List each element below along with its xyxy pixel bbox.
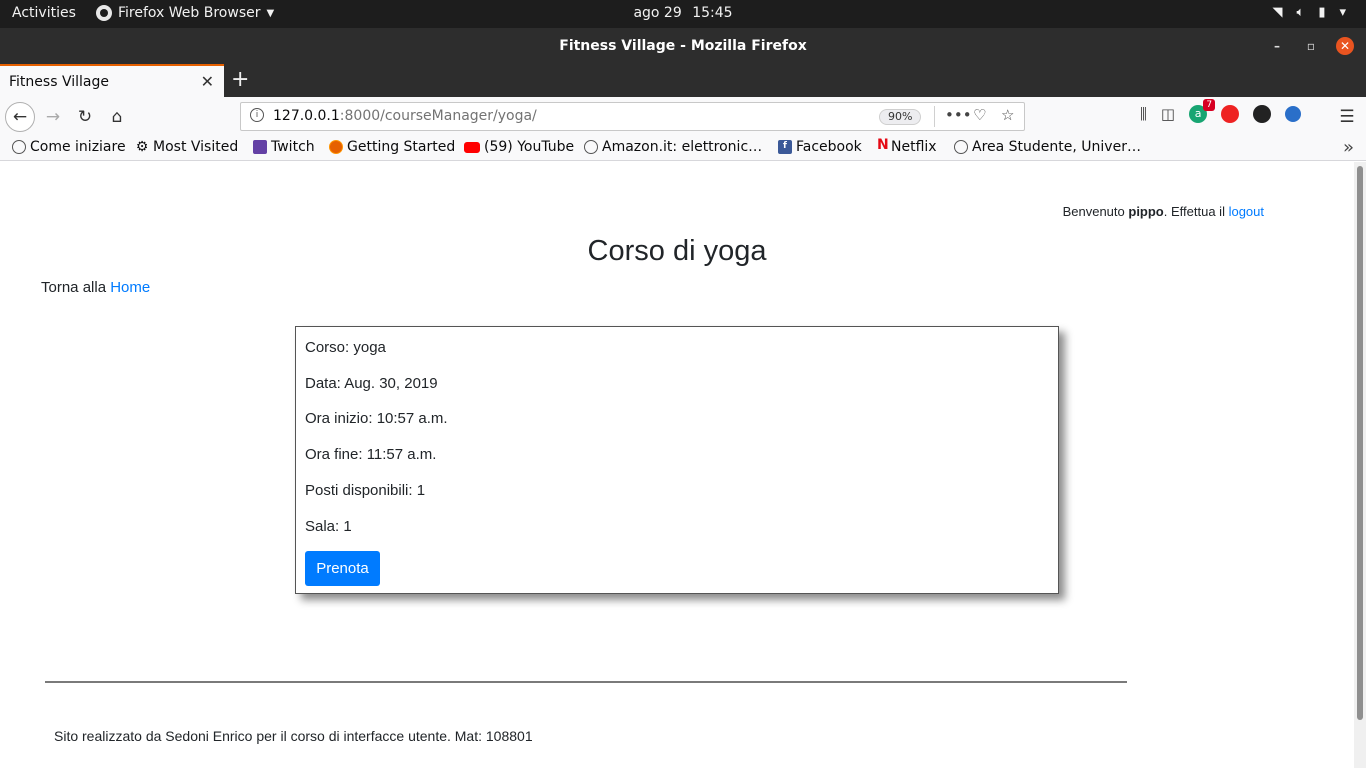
bookmark-twitch[interactable]: Twitch <box>253 139 315 155</box>
extension-badge: 7 <box>1203 99 1216 111</box>
date-label: ago 29 <box>633 5 682 21</box>
globe-icon <box>584 140 598 154</box>
course-room: Sala: 1 <box>305 518 352 535</box>
page-content: Benvenuto pippo. Effettua il logout Cors… <box>0 162 1354 768</box>
globe-icon <box>954 140 968 154</box>
prenota-button[interactable]: Prenota <box>305 551 380 586</box>
close-window-button[interactable]: ✕ <box>1336 37 1354 55</box>
globe-icon <box>12 140 26 154</box>
course-end-time: Ora fine: 11:57 a.m. <box>305 446 437 463</box>
back-button[interactable]: ← <box>5 102 35 132</box>
sidebar-icon[interactable]: ◫ <box>1161 105 1175 123</box>
welcome-prefix: Benvenuto <box>1062 204 1125 219</box>
pocket-icon[interactable]: ♡ <box>973 106 986 124</box>
site-info-icon[interactable]: i <box>250 108 264 122</box>
course-start-time: Ora inizio: 10:57 a.m. <box>305 410 448 427</box>
bookmark-label: Getting Started <box>347 139 456 155</box>
volume-icon: 🔈︎ <box>1296 5 1305 20</box>
welcome-middle: . Effettua il <box>1163 204 1225 219</box>
separator <box>934 106 935 127</box>
window-title-bar: Fitness Village - Mozilla Firefox – ▫ ✕ <box>0 28 1366 64</box>
tab-title: Fitness Village <box>9 74 109 90</box>
battery-icon: ▮ <box>1318 5 1326 20</box>
chevron-down-icon: ▾ <box>1339 5 1346 20</box>
username: pippo <box>1128 204 1164 219</box>
toolbar-icons: ⫼ ◫ a7 <box>1140 99 1302 123</box>
bookmark-area-studente[interactable]: Area Studente, Univer… <box>954 139 1141 155</box>
facebook-icon: f <box>778 140 792 154</box>
course-available-seats: Posti disponibili: 1 <box>305 482 426 499</box>
forward-button[interactable]: → <box>39 103 67 131</box>
system-tray[interactable]: ◥ 🔈︎ ▮ ▾ <box>1273 5 1347 20</box>
bookmark-star-icon[interactable]: ☆ <box>1001 106 1014 124</box>
bookmark-label: Netflix <box>891 139 937 155</box>
extension-dark-icon[interactable] <box>1253 105 1272 123</box>
close-icon[interactable]: ✕ <box>201 72 214 91</box>
bookmark-label: Most Visited <box>153 139 239 155</box>
footer-text: Sito realizzato da Sedoni Enrico per il … <box>54 728 533 744</box>
maximize-button[interactable]: ▫ <box>1302 37 1320 55</box>
bookmark-label: Twitch <box>271 139 315 155</box>
url-host: 127.0.0.1 <box>273 108 340 124</box>
bookmark-label: Area Studente, Univer… <box>972 139 1141 155</box>
url-bar[interactable]: i 127.0.0.1:8000/courseManager/yoga/ 90%… <box>240 102 1025 131</box>
reload-button[interactable]: ↻ <box>71 103 99 131</box>
home-button[interactable]: ⌂ <box>103 103 131 131</box>
zoom-indicator[interactable]: 90% <box>879 109 922 125</box>
clock[interactable]: ago 29 15:45 <box>0 5 1366 21</box>
extension-blue-icon[interactable] <box>1285 106 1302 122</box>
bookmark-label: Amazon.it: elettronic… <box>602 139 763 155</box>
tab-strip: Fitness Village ✕ + <box>0 64 1366 97</box>
time-label: 15:45 <box>692 5 733 21</box>
page-title: Corso di yoga <box>587 235 767 267</box>
vertical-scrollbar[interactable] <box>1354 162 1366 768</box>
navigation-toolbar: ← → ↻ ⌂ i 127.0.0.1:8000/courseManager/y… <box>0 97 1366 137</box>
back-prefix: Torna alla <box>41 279 107 296</box>
system-top-bar: Activities Firefox Web Browser ▼ ago 29 … <box>0 0 1366 28</box>
bookmark-amazon[interactable]: Amazon.it: elettronic… <box>584 139 762 155</box>
course-name: Corso: yoga <box>305 339 386 356</box>
welcome-message: Benvenuto pippo. Effettua il logout <box>1063 204 1264 219</box>
youtube-icon <box>464 141 480 153</box>
bookmark-label: Facebook <box>796 139 862 155</box>
bookmark-come-iniziare[interactable]: Come iniziare <box>12 139 126 155</box>
firefox-icon <box>329 140 343 154</box>
bookmark-netflix[interactable]: N Netflix <box>877 137 937 155</box>
library-icon[interactable]: ⫼ <box>1140 105 1147 123</box>
netflix-icon: N <box>877 137 889 153</box>
bookmark-label: Come iniziare <box>30 139 126 155</box>
footer-divider <box>45 681 1127 683</box>
bookmarks-toolbar: Come iniziare ⚙ Most Visited Twitch Getti… <box>0 137 1366 161</box>
extension-a-icon[interactable]: a7 <box>1189 99 1216 123</box>
bookmarks-overflow-icon[interactable]: » <box>1343 137 1354 158</box>
gear-icon: ⚙ <box>135 139 149 155</box>
minimize-button[interactable]: – <box>1268 37 1286 55</box>
hamburger-menu-icon[interactable]: ☰ <box>1333 103 1361 131</box>
bookmark-youtube[interactable]: (59) YouTube <box>464 139 574 155</box>
page-actions-icon[interactable]: ••• <box>945 106 972 124</box>
url-text[interactable]: 127.0.0.1:8000/courseManager/yoga/ <box>273 108 537 124</box>
course-date: Data: Aug. 30, 2019 <box>305 375 438 392</box>
tab-fitness-village[interactable]: Fitness Village ✕ <box>0 64 224 97</box>
back-home: Torna alla Home <box>41 279 150 296</box>
adblock-icon[interactable] <box>1221 105 1240 123</box>
course-card: Corso: yoga Data: Aug. 30, 2019 Ora iniz… <box>295 326 1059 594</box>
logout-link[interactable]: logout <box>1229 204 1264 219</box>
bookmark-facebook[interactable]: f Facebook <box>778 139 862 155</box>
home-link[interactable]: Home <box>110 279 150 296</box>
bookmark-label: (59) YouTube <box>484 139 575 155</box>
wifi-icon: ◥ <box>1272 5 1283 20</box>
new-tab-button[interactable]: + <box>231 67 249 92</box>
twitch-icon <box>253 140 267 154</box>
bookmark-most-visited[interactable]: ⚙ Most Visited <box>135 139 239 155</box>
url-path: :8000/courseManager/yoga/ <box>339 108 537 124</box>
window-title: Fitness Village - Mozilla Firefox <box>559 38 807 54</box>
bookmark-getting-started[interactable]: Getting Started <box>329 139 455 155</box>
scrollbar-thumb[interactable] <box>1357 166 1363 720</box>
